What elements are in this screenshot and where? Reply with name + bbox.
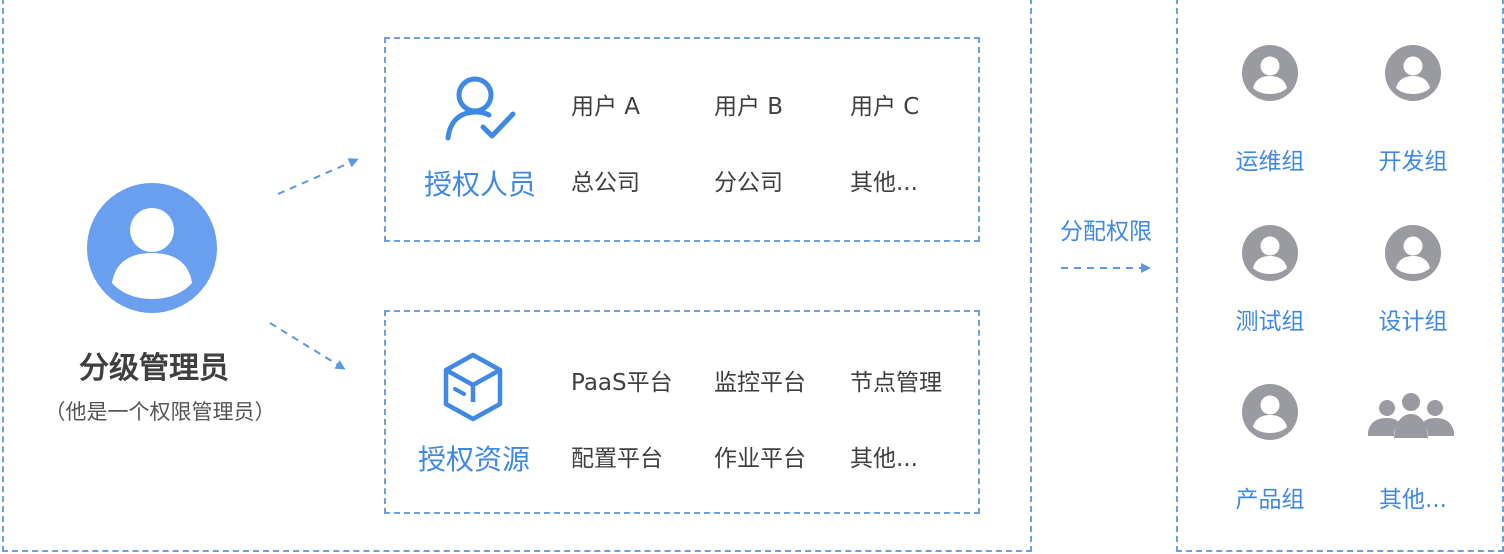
people-icon-wrap (443, 74, 519, 148)
user-icon (1385, 45, 1441, 101)
group-label: 运维组 (1235, 149, 1305, 175)
resource-item: 配置平台 (571, 446, 663, 472)
group-item-other (1368, 392, 1454, 442)
user-check-icon (445, 76, 516, 141)
people-item: 用户 B (714, 94, 784, 120)
resource-item: 节点管理 (850, 370, 942, 396)
people-item: 用户 C (850, 94, 920, 120)
people-item: 其他... (850, 170, 918, 196)
people-item: 分公司 (714, 170, 783, 196)
group-label: 设计组 (1378, 309, 1448, 335)
resources-title: 授权资源 (417, 443, 531, 476)
resources-icon-wrap (442, 352, 504, 426)
group-item-product (1242, 384, 1298, 444)
resource-item: 监控平台 (714, 370, 806, 396)
group-label: 测试组 (1235, 309, 1305, 335)
user-icon (1385, 225, 1441, 281)
group-icon (1368, 393, 1454, 438)
people-item: 用户 A (571, 94, 641, 120)
user-icon (1242, 225, 1298, 281)
resource-item: 其他... (850, 446, 918, 472)
user-icon (1242, 45, 1298, 101)
people-title: 授权人员 (423, 168, 537, 201)
group-item-dev (1385, 45, 1441, 105)
group-item-ops (1242, 45, 1298, 105)
user-icon (1242, 384, 1298, 440)
group-item-design (1385, 225, 1441, 285)
group-label: 开发组 (1378, 149, 1448, 175)
resource-item: PaaS平台 (571, 370, 673, 396)
resource-item: 作业平台 (714, 446, 806, 472)
cube-icon (443, 352, 503, 422)
group-label: 产品组 (1235, 487, 1305, 513)
group-label: 其他... (1379, 487, 1447, 513)
assign-label: 分配权限 (1060, 219, 1152, 245)
group-item-test (1242, 225, 1298, 285)
people-item: 总公司 (571, 170, 640, 196)
